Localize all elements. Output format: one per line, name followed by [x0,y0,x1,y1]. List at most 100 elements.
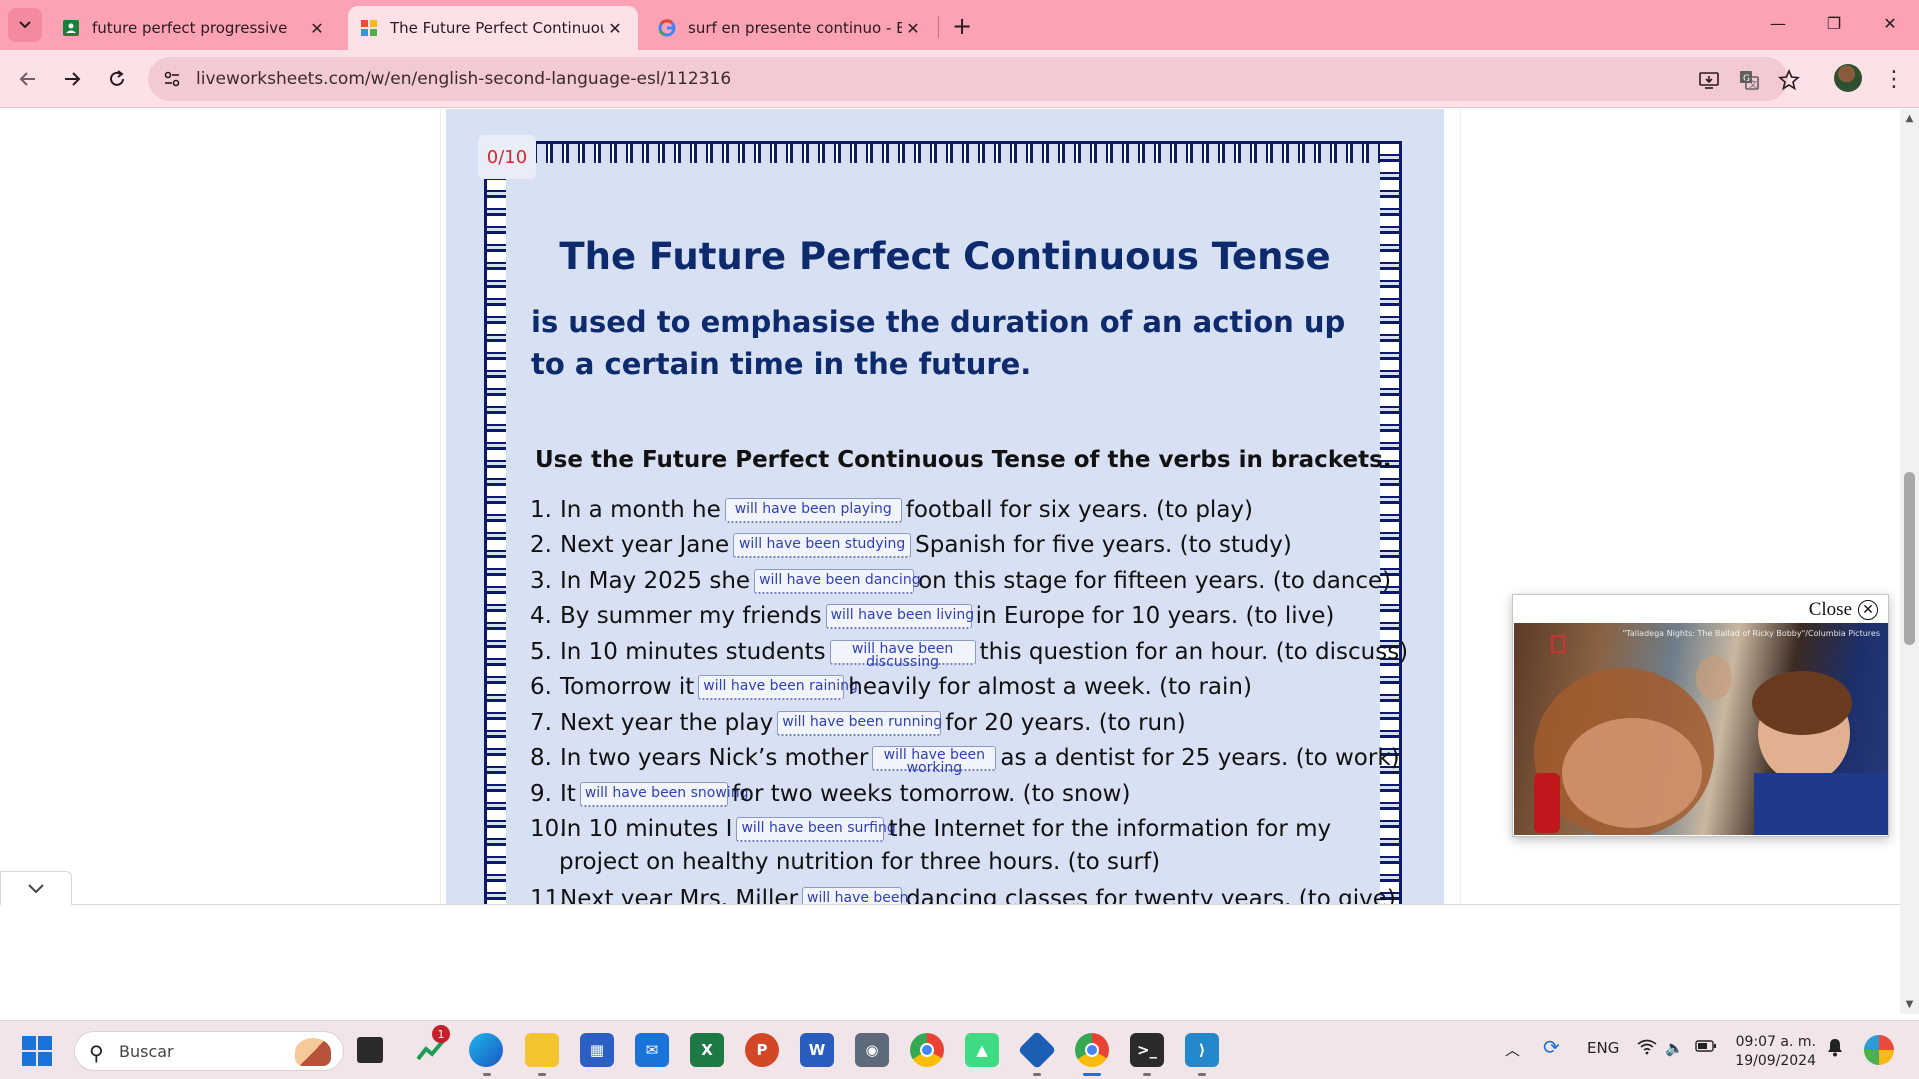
exercise-text-before: It [560,781,576,807]
exercise-text-after: heavily for almost a week. (to rain) [848,674,1252,700]
exercise-text-after: dancing classes for twenty years. (to gi… [906,886,1396,904]
chevron-down-icon [19,21,31,29]
exercise-number: 8. [530,745,552,771]
windows-start-icon[interactable] [22,1036,52,1066]
volume-icon[interactable]: 🔈 [1665,1039,1684,1057]
store-icon[interactable]: ▦ [580,1033,614,1067]
android-studio-icon[interactable]: ▲ [965,1033,999,1067]
taskbar-clock[interactable]: 09:07 a. m. 19/09/2024 [1734,1033,1816,1071]
file-explorer-icon[interactable] [525,1033,559,1067]
answer-field[interactable]: will have been dancing [754,568,921,594]
show-hidden-icons-chevron-icon[interactable]: ︿ [1505,1039,1520,1060]
answer-field[interactable]: will have been [802,886,908,904]
tab-search-button[interactable] [8,8,42,42]
tab-close-icon[interactable]: ✕ [604,17,626,39]
chevron-down-icon [28,883,44,893]
translate-icon[interactable]: G文 [1736,67,1762,93]
video-player[interactable]: "Talladega Nights: The Ballad of Ricky B… [1514,623,1888,835]
camera-icon[interactable]: ◉ [855,1033,889,1067]
exercise-row: 11. Next year Mrs. Miller will have been… [530,883,1396,904]
powerpoint-icon[interactable]: P [745,1033,779,1067]
exercise-text-before: Next year Jane [560,532,730,558]
language-indicator[interactable]: ENG [1587,1039,1619,1057]
forward-button[interactable] [54,61,90,97]
search-highlight-image [295,1038,331,1066]
tab-future-perfect-progressive[interactable]: future perfect progressive ✕ [50,6,340,50]
scrollbar-thumb[interactable] [1904,472,1915,645]
search-icon: ⚲ [89,1041,104,1065]
answer-field[interactable]: will have been running [777,710,942,736]
answer-field[interactable]: will have been studying [733,532,912,558]
answer-field[interactable]: will have been working [872,745,997,775]
terminal-icon[interactable]: >_ [1130,1033,1164,1067]
exercise-number: 5. [530,639,552,665]
tab-close-icon[interactable]: ✕ [306,17,328,39]
answer-field[interactable]: will have been surfing [736,816,896,842]
worksheet-instruction: Use the Future Perfect Continuous Tense … [535,447,1392,473]
close-window-button[interactable]: ✕ [1862,0,1918,46]
url-text[interactable]: liveworksheets.com/w/en/english-second-l… [196,69,731,89]
answer-field[interactable]: will have been living [825,603,974,629]
excel-icon[interactable]: X [690,1033,724,1067]
arrow-right-icon [65,72,81,86]
answer-field[interactable]: will have been raining [698,674,858,700]
video-close-label[interactable]: Close [1809,599,1852,621]
answer-field[interactable]: will have been discussing [829,639,976,669]
mail-icon[interactable]: ✉ [635,1033,669,1067]
install-app-icon[interactable] [1696,67,1722,93]
vscode-icon[interactable]: ⟩ [1185,1033,1219,1067]
tab-title: surf en presente continuo - Bus [688,19,902,37]
task-view-icon[interactable] [357,1037,383,1063]
windows-taskbar: ⚲ Buscar 1 ▦ ✉ X P W ◉ ▲ >_ ⟩ ︿ ⟳ ENG 🔈 … [0,1020,1919,1079]
exercise-text-before: Tomorrow it [560,674,695,700]
video-scene-image [1534,656,1888,835]
address-bar[interactable]: liveworksheets.com/w/en/english-second-l… [148,57,1800,101]
exercise-text-after: for 20 years. (to run) [945,710,1186,736]
browser-menu-icon[interactable]: ⋮ [1880,64,1908,94]
exercise-number: 6. [530,674,552,700]
profile-avatar[interactable] [1834,64,1862,92]
exercise-continuation: project on healthy nutrition for three h… [559,849,1161,875]
word-icon[interactable]: W [800,1033,834,1067]
vertical-scrollbar[interactable]: ▲ ▼ [1900,109,1919,1014]
exercise-row: 2. Next year Jane will have been studyin… [530,529,1292,561]
close-circle-icon[interactable]: ✕ [1858,600,1878,620]
back-button[interactable] [10,61,46,97]
exercise-text-before: In two years Nick’s mother [560,745,869,771]
scroll-up-icon[interactable]: ▲ [1904,113,1915,125]
scroll-down-icon[interactable]: ▼ [1904,999,1915,1011]
new-tab-button[interactable]: + [948,12,976,40]
browser-toolbar: liveworksheets.com/w/en/english-second-l… [0,50,1919,108]
answer-field[interactable]: will have been playing [724,497,902,523]
exercise-row: 6. Tomorrow it will have been raining he… [530,671,1252,703]
answer-field[interactable]: will have been snowing [579,781,748,807]
exercise-number: 10. [530,816,567,842]
notification-bell-icon[interactable] [1826,1037,1844,1061]
tab-close-icon[interactable]: ✕ [902,17,924,39]
worksheet-subtitle: is used to emphasise the duration of an … [531,305,1346,381]
battery-icon[interactable] [1695,1039,1717,1057]
exercise-row: 3. In May 2025 she will have been dancin… [530,565,1391,597]
taskbar-search-box[interactable]: ⚲ Buscar [74,1031,344,1071]
reload-button[interactable] [99,61,135,97]
restore-button[interactable]: ❐ [1806,0,1862,46]
collapse-panel-button[interactable] [0,871,72,905]
exercise-row: 5. In 10 minutes students will have been… [530,636,1408,669]
tab-future-perfect-continuous[interactable]: The Future Perfect Continuous ✕ [348,6,638,50]
copilot-icon[interactable] [1864,1035,1894,1065]
edge-icon[interactable] [469,1033,503,1067]
virtualbox-icon[interactable] [1017,1030,1057,1070]
video-close-button[interactable]: Close ✕ [1809,599,1878,621]
exercise-row: 4. By summer my friends will have been l… [530,600,1334,632]
bookmark-star-icon[interactable] [1776,67,1802,93]
running-indicator [483,1073,491,1076]
sync-icon[interactable]: ⟳ [1543,1035,1560,1059]
wifi-icon[interactable] [1637,1039,1657,1059]
site-info-icon[interactable] [162,69,182,89]
arrow-left-icon [19,72,35,86]
chrome-profile-icon[interactable] [1075,1033,1109,1067]
tab-surf-en-presente-continuo[interactable]: surf en presente continuo - Bus ✕ [646,6,936,50]
green-forms-icon [62,19,80,37]
chrome-icon[interactable] [910,1033,944,1067]
minimize-button[interactable]: — [1750,0,1806,46]
